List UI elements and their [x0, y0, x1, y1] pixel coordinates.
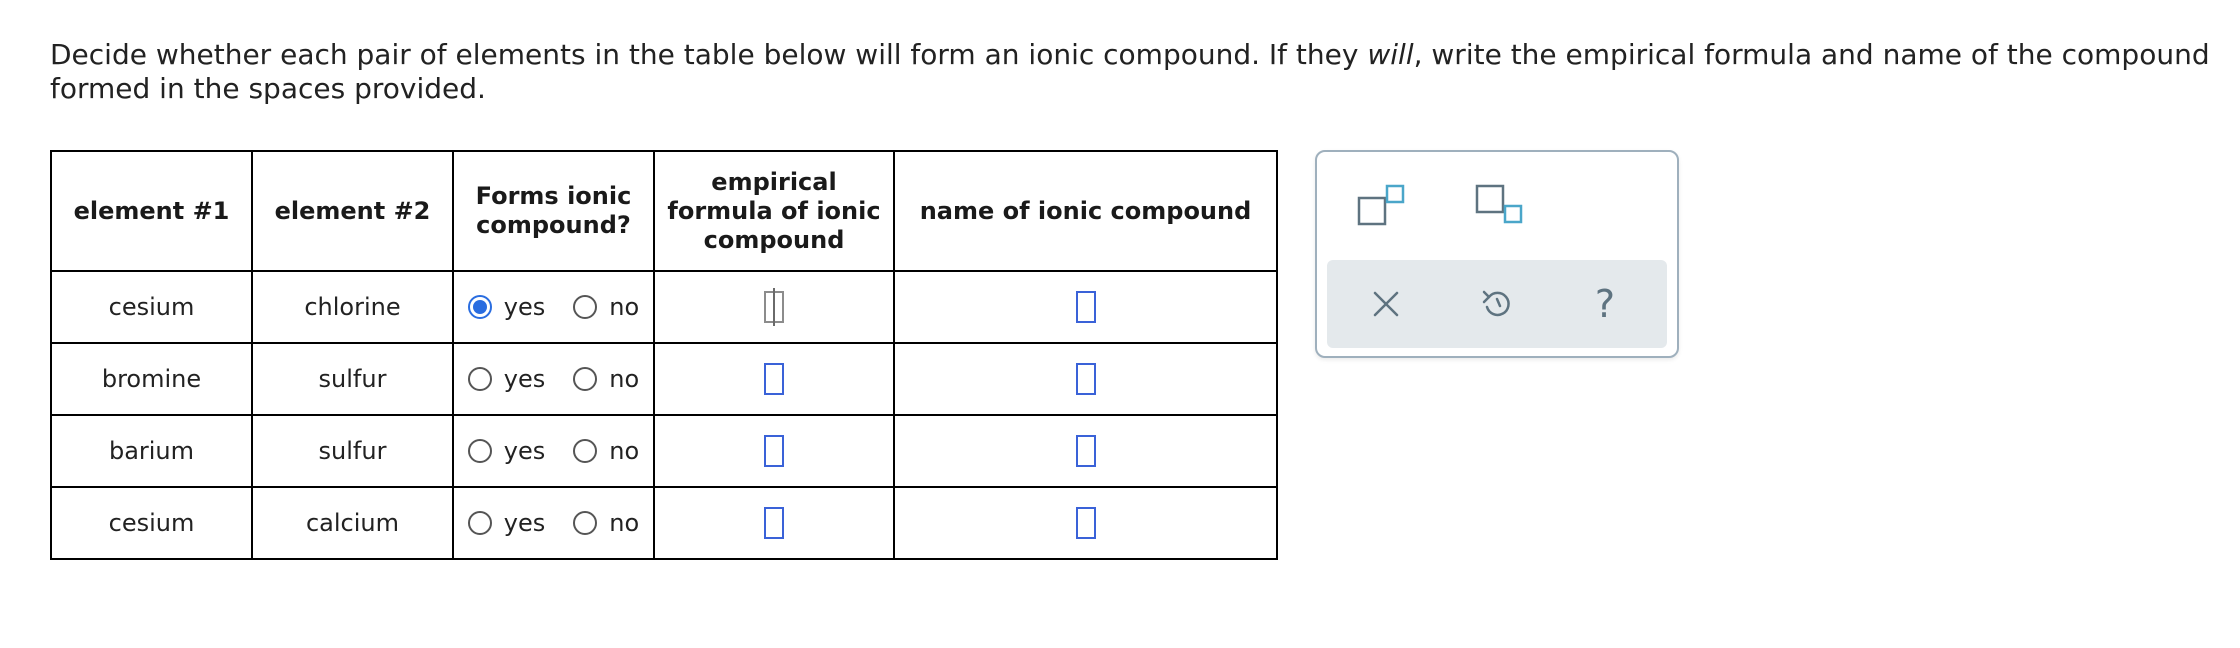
radio-no[interactable] — [573, 439, 598, 463]
table-row: cesium calcium yes no — [50, 486, 1278, 560]
forms-ionic-radio-group: yes no — [454, 509, 653, 537]
radio-no-label[interactable]: no — [609, 293, 639, 321]
ionic-compound-table: element #1 element #2 Forms ionic compou… — [50, 150, 1278, 560]
radio-no[interactable] — [573, 295, 598, 319]
radio-no-label[interactable]: no — [609, 509, 639, 537]
row-formula — [653, 486, 895, 560]
row-element-1: barium — [50, 414, 253, 488]
row-compound-name — [893, 342, 1278, 416]
header-compound-name: name of ionic compound — [893, 150, 1278, 272]
formula-input[interactable] — [764, 288, 784, 326]
row-formula — [653, 414, 895, 488]
radio-option-yes[interactable]: yes — [467, 293, 545, 321]
formula-input[interactable] — [764, 435, 784, 467]
compound-name-input[interactable] — [1075, 507, 1096, 539]
row-element-1: cesium — [50, 270, 253, 344]
element-2-value: calcium — [305, 509, 400, 537]
header-element-2-label: element #2 — [274, 196, 431, 225]
help-button[interactable]: ? — [1581, 280, 1629, 328]
row-forms-ionic: yes no — [452, 414, 655, 488]
radio-option-no[interactable]: no — [573, 509, 639, 537]
header-compound-name-label: name of ionic compound — [919, 196, 1252, 225]
undo-icon — [1482, 290, 1510, 317]
radio-yes[interactable] — [467, 295, 492, 319]
instructions-part-1: Decide whether each pair of elements in … — [50, 38, 1368, 71]
header-formula-line-2: formula of ionic — [667, 196, 881, 225]
tool-panel-top — [1317, 152, 1677, 260]
compound-name-input[interactable] — [1075, 363, 1096, 395]
row-element-2: chlorine — [251, 270, 454, 344]
header-forms-ionic-line-2: compound? — [476, 211, 631, 239]
forms-ionic-radio-group: yes no — [454, 293, 653, 321]
element-1-value: cesium — [108, 293, 195, 321]
element-2-value: sulfur — [318, 437, 387, 465]
table-row: barium sulfur yes no — [50, 414, 1278, 488]
radio-option-no[interactable]: no — [573, 437, 639, 465]
row-compound-name — [893, 414, 1278, 488]
instructions-emphasis: will — [1367, 38, 1414, 71]
table-row: cesium chlorine yes no — [50, 270, 1278, 344]
compound-name-input[interactable] — [1075, 291, 1096, 323]
header-element-2: element #2 — [251, 150, 454, 272]
element-2-value: sulfur — [318, 365, 387, 393]
subscript-button[interactable] — [1475, 184, 1525, 232]
radio-option-no[interactable]: no — [573, 365, 639, 393]
table-row: bromine sulfur yes no — [50, 342, 1278, 416]
row-element-2: calcium — [251, 486, 454, 560]
radio-no[interactable] — [573, 367, 598, 391]
header-formula-line-3: compound — [703, 225, 845, 254]
radio-option-yes[interactable]: yes — [467, 437, 545, 465]
radio-yes-label[interactable]: yes — [504, 509, 545, 537]
row-element-2: sulfur — [251, 414, 454, 488]
row-compound-name — [893, 270, 1278, 344]
header-empirical-formula: empirical formula of ionic compound — [653, 150, 895, 272]
radio-yes[interactable] — [467, 439, 492, 463]
radio-no-label[interactable]: no — [609, 365, 639, 393]
formula-input[interactable] — [764, 363, 784, 395]
row-element-1: cesium — [50, 486, 253, 560]
superscript-icon — [1357, 184, 1405, 226]
forms-ionic-radio-group: yes no — [454, 365, 653, 393]
radio-yes-label[interactable]: yes — [504, 437, 545, 465]
header-element-1: element #1 — [50, 150, 253, 272]
radio-no-label[interactable]: no — [609, 437, 639, 465]
radio-yes-label[interactable]: yes — [504, 365, 545, 393]
formula-input[interactable] — [764, 507, 784, 539]
superscript-button[interactable] — [1357, 184, 1407, 232]
radio-option-no[interactable]: no — [573, 293, 639, 321]
element-2-value: chlorine — [304, 293, 401, 321]
header-forms-ionic: Forms ionic compound? — [452, 150, 655, 272]
element-1-value: bromine — [101, 365, 202, 393]
radio-yes[interactable] — [467, 511, 492, 535]
radio-option-yes[interactable]: yes — [467, 509, 545, 537]
row-compound-name — [893, 486, 1278, 560]
row-forms-ionic: yes no — [452, 270, 655, 344]
formula-tool-panel: ? — [1315, 150, 1679, 358]
subscript-icon — [1475, 184, 1523, 224]
radio-yes-label[interactable]: yes — [504, 293, 545, 321]
row-element-2: sulfur — [251, 342, 454, 416]
clear-button[interactable] — [1362, 280, 1410, 328]
compound-name-input[interactable] — [1075, 435, 1096, 467]
header-element-1-label: element #1 — [73, 196, 230, 225]
instructions-text: Decide whether each pair of elements in … — [50, 38, 2230, 106]
close-icon — [1373, 291, 1399, 317]
tool-action-bar: ? — [1327, 260, 1667, 348]
radio-no[interactable] — [573, 511, 598, 535]
row-forms-ionic: yes no — [452, 486, 655, 560]
radio-yes[interactable] — [467, 367, 492, 391]
row-formula — [653, 270, 895, 344]
forms-ionic-radio-group: yes no — [454, 437, 653, 465]
radio-option-yes[interactable]: yes — [467, 365, 545, 393]
header-formula-line-1: empirical — [711, 167, 837, 196]
row-forms-ionic: yes no — [452, 342, 655, 416]
row-element-1: bromine — [50, 342, 253, 416]
element-1-value: cesium — [108, 509, 195, 537]
header-forms-ionic-line-1: Forms ionic — [475, 182, 632, 210]
row-formula — [653, 342, 895, 416]
element-1-value: barium — [108, 437, 195, 465]
table-header-row: element #1 element #2 Forms ionic compou… — [50, 150, 1278, 272]
help-icon: ? — [1594, 282, 1616, 326]
undo-button[interactable] — [1473, 280, 1521, 328]
